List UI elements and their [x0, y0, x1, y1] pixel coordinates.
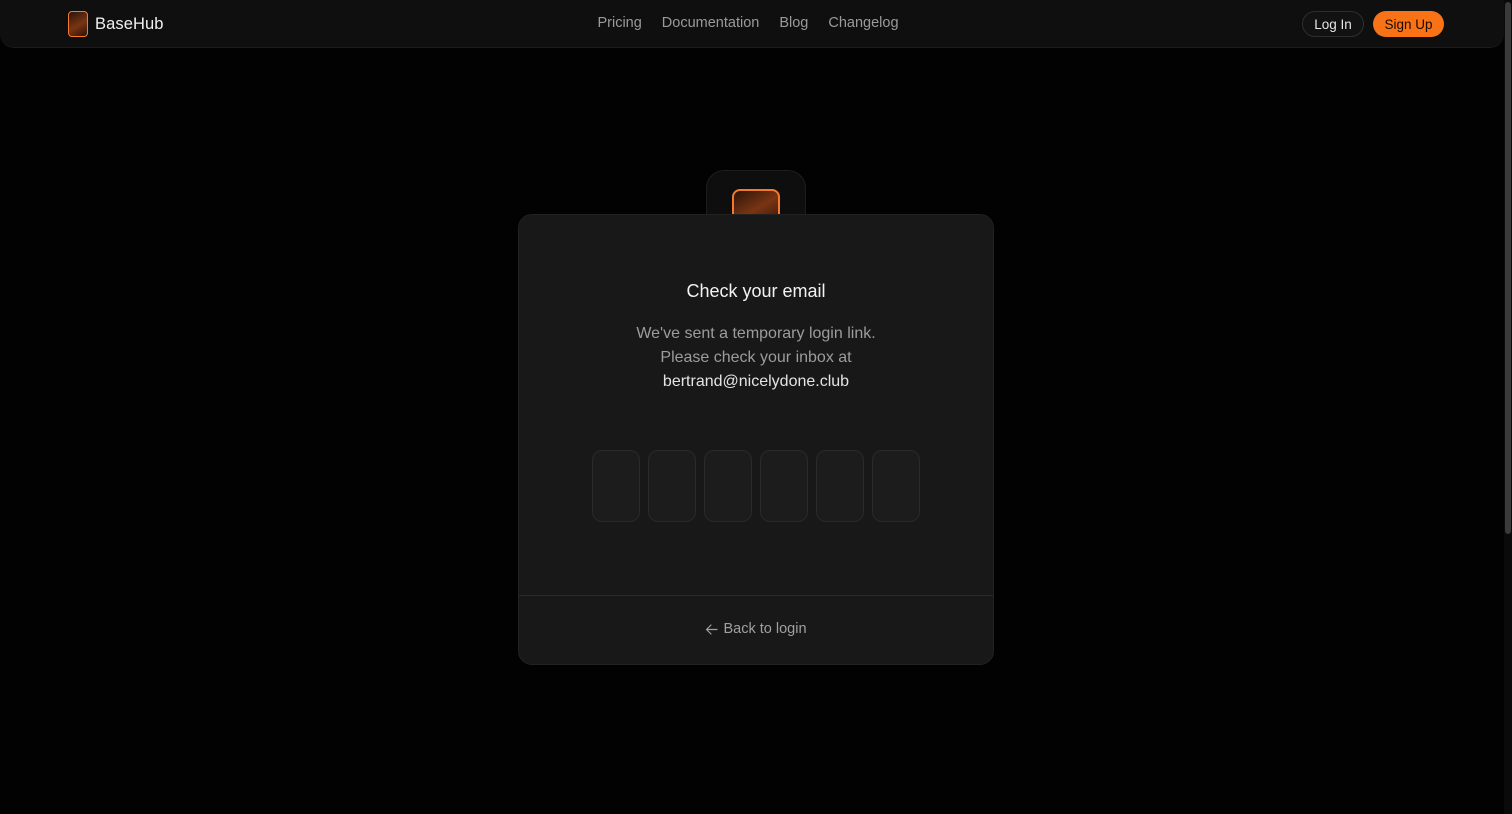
back-to-login-label: Back to login: [723, 621, 807, 637]
otp-digit-2[interactable]: [648, 450, 696, 522]
otp-digit-6[interactable]: [872, 450, 920, 522]
email-address: bertrand@nicelydone.club: [662, 373, 850, 390]
main-nav: Pricing Documentation Blog Changelog: [0, 15, 1504, 31]
card-divider: [519, 595, 993, 596]
card-message: We've sent a temporary login link. Pleas…: [519, 322, 993, 394]
message-line-2: Please check your inbox at: [660, 349, 852, 366]
otp-digit-4[interactable]: [760, 450, 808, 522]
nav-link-documentation[interactable]: Documentation: [662, 15, 760, 31]
otp-digit-3[interactable]: [704, 450, 752, 522]
nav-link-pricing[interactable]: Pricing: [597, 15, 641, 31]
login-button[interactable]: Log In: [1302, 11, 1364, 37]
nav-link-changelog[interactable]: Changelog: [828, 15, 898, 31]
card-title: Check your email: [686, 281, 826, 301]
message-line-1: We've sent a temporary login link.: [636, 325, 876, 342]
top-navigation-bar: BaseHub Pricing Documentation Blog Chang…: [0, 0, 1504, 48]
page-scrollbar[interactable]: [1504, 0, 1512, 814]
signup-button[interactable]: Sign Up: [1373, 11, 1444, 37]
check-email-card: Check your email We've sent a temporary …: [518, 214, 994, 665]
otp-digit-1[interactable]: [592, 450, 640, 522]
otp-digit-5[interactable]: [816, 450, 864, 522]
otp-code-input: [592, 450, 920, 522]
back-to-login-link[interactable]: Back to login: [519, 621, 993, 637]
scrollbar-thumb[interactable]: [1505, 2, 1511, 534]
nav-link-blog[interactable]: Blog: [779, 15, 808, 31]
arrow-left-icon: [706, 623, 719, 635]
